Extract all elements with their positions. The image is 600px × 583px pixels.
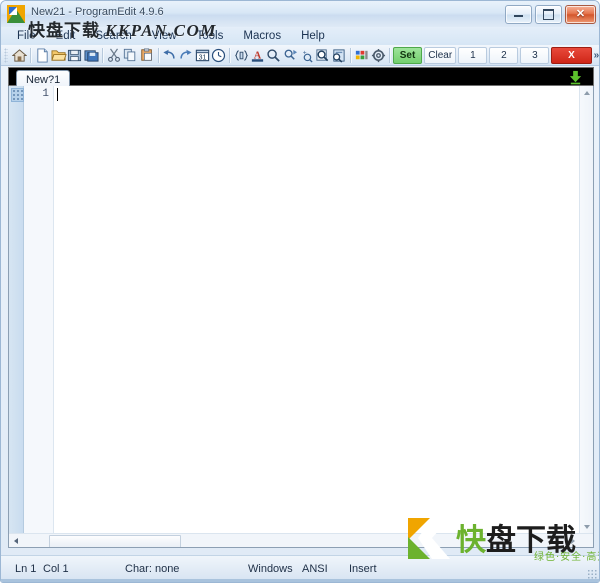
- toolbar-separator: [102, 47, 104, 63]
- program-edit-window: New21 - ProgramEdit 4.9.6 ✕ 快盘下载 KKPAN.CO…: [0, 0, 600, 583]
- settings-gear-icon[interactable]: [370, 46, 386, 64]
- undo-icon[interactable]: [162, 46, 178, 64]
- line-number: 1: [42, 88, 49, 100]
- menu-item-macros[interactable]: Macros: [234, 29, 290, 43]
- watermark-top: 快盘下载 KKPAN.COM: [28, 16, 217, 41]
- window-controls: ✕: [505, 5, 596, 24]
- status-encoding: ANSI: [302, 563, 328, 575]
- tab-label: New?1: [26, 73, 61, 86]
- close-button[interactable]: ✕: [565, 5, 596, 24]
- status-line: Ln 1: [15, 563, 37, 575]
- toolbar-grip[interactable]: [4, 47, 9, 63]
- menu-item-help[interactable]: Help: [292, 29, 334, 43]
- bookmark-1-button[interactable]: 1: [458, 46, 488, 64]
- close-icon: ✕: [575, 8, 586, 20]
- save-icon[interactable]: [67, 46, 83, 64]
- download-arrow-icon[interactable]: [568, 70, 583, 85]
- watermark-logo: 快盘下载 绿色·安全·高速: [406, 513, 599, 565]
- bookmark-2-button[interactable]: 2: [489, 46, 519, 64]
- watermark-logo-cn1: 快: [456, 523, 486, 558]
- toolbar-separator: [229, 47, 231, 63]
- copy-icon[interactable]: [122, 46, 138, 64]
- set-button[interactable]: Set: [393, 46, 423, 64]
- bookmark-marker-icon[interactable]: [11, 88, 24, 102]
- paste-icon[interactable]: [139, 46, 155, 64]
- save-all-icon[interactable]: [83, 46, 99, 64]
- toolbar-separator: [389, 47, 391, 63]
- brackets-icon[interactable]: [233, 46, 249, 64]
- new-file-icon[interactable]: [34, 46, 50, 64]
- find-next-icon[interactable]: [282, 46, 298, 64]
- redo-icon[interactable]: [178, 46, 194, 64]
- cut-icon[interactable]: [106, 46, 122, 64]
- scroll-left-icon[interactable]: [9, 534, 23, 547]
- horizontal-scroll-thumb[interactable]: [49, 535, 181, 547]
- watermark-logo-subtitle: 绿色·安全·高速: [534, 552, 599, 563]
- goto-line-icon[interactable]: +: [298, 46, 314, 64]
- svg-text:31: 31: [198, 54, 206, 61]
- watermark-top-latin: KKPAN.COM: [105, 21, 217, 40]
- bookmark-3-button[interactable]: 3: [520, 46, 550, 64]
- text-caret: [57, 88, 58, 101]
- tab-bar: New?1: [8, 67, 594, 88]
- find-icon[interactable]: [266, 46, 282, 64]
- toolbar-separator: [157, 47, 159, 63]
- color-palette-icon[interactable]: [354, 46, 370, 64]
- watermark-top-cn: 快盘下载: [28, 21, 100, 41]
- status-line-ending: Windows: [248, 563, 293, 575]
- line-number-gutter: 1: [24, 86, 54, 547]
- status-column: Col 1: [43, 563, 69, 575]
- replace-in-files-icon[interactable]: [331, 46, 347, 64]
- toolbar-separator: [30, 47, 32, 63]
- scroll-up-icon[interactable]: [580, 86, 593, 100]
- font-color-icon[interactable]: A: [250, 46, 266, 64]
- status-character: Char: none: [125, 563, 180, 575]
- find-in-files-icon[interactable]: [314, 46, 330, 64]
- home-icon[interactable]: [11, 46, 27, 64]
- bookmark-gutter[interactable]: [9, 86, 24, 547]
- minimize-button[interactable]: [505, 5, 532, 24]
- toolbar: 31 A + Set Clear 1 2 3 X »: [1, 45, 599, 66]
- app-icon: [7, 5, 25, 23]
- text-editing-surface[interactable]: [54, 86, 579, 533]
- watermark-k-mark-icon: [406, 516, 451, 561]
- resize-grip[interactable]: [587, 569, 597, 579]
- open-folder-icon[interactable]: [50, 46, 67, 64]
- clear-button[interactable]: Clear: [424, 46, 457, 64]
- calendar-icon[interactable]: 31: [194, 46, 210, 64]
- toolbar-separator: [349, 47, 351, 63]
- maximize-icon: [543, 9, 554, 20]
- maximize-button[interactable]: [535, 5, 562, 24]
- minimize-icon: [514, 12, 523, 17]
- clock-icon[interactable]: [210, 46, 226, 64]
- editor-area[interactable]: 1: [8, 86, 594, 548]
- close-all-button[interactable]: X: [551, 46, 592, 64]
- status-insert-mode: Insert: [349, 563, 377, 575]
- window-bottom-edge: [1, 579, 599, 582]
- vertical-scrollbar[interactable]: [579, 86, 593, 534]
- toolbar-overflow-chevron-icon[interactable]: »: [594, 50, 599, 61]
